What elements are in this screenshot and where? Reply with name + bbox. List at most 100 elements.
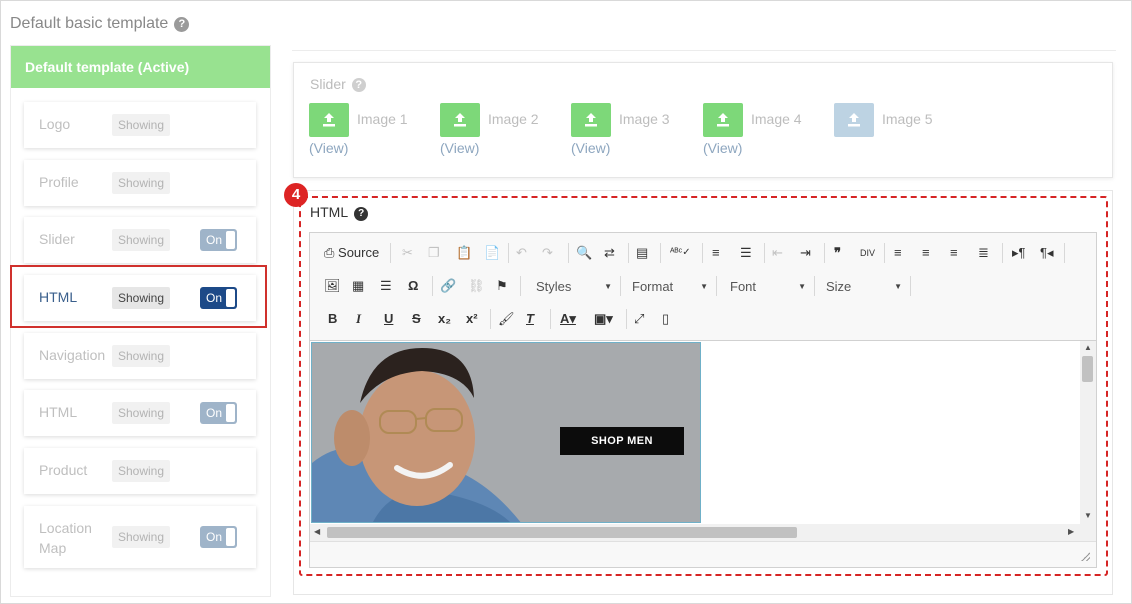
bulleted-list-icon[interactable]: ☰	[740, 242, 752, 264]
spellcheck-icon[interactable]: ᴬᴮᶜ✓	[670, 242, 691, 264]
chevron-down-icon: ▼	[604, 282, 612, 291]
remove-format-icon[interactable]: T	[526, 308, 534, 330]
resize-grip-icon[interactable]	[1081, 552, 1090, 561]
template-header[interactable]: Default template (Active)	[11, 46, 270, 88]
rtl-icon[interactable]: ¶◂	[1040, 242, 1054, 264]
copy-icon[interactable]: ❐	[428, 242, 440, 264]
indent-icon[interactable]: ⇥	[800, 242, 811, 264]
view-link[interactable]: (View)	[571, 140, 610, 156]
shop-men-button[interactable]: SHOP MEN	[560, 427, 684, 455]
subscript-icon[interactable]: x₂	[438, 308, 451, 330]
text-color-icon[interactable]: A▾	[560, 308, 576, 330]
strikethrough-icon[interactable]: S	[412, 308, 421, 330]
format-dropdown[interactable]: Format ▼	[632, 276, 708, 298]
editor-content[interactable]: SHOP MEN ▲ ▼	[310, 341, 1096, 524]
numbered-list-icon[interactable]: ≡	[712, 242, 720, 264]
slider-card: Slider? Image 1 (View) Image 2 (View) Image …	[293, 62, 1113, 178]
status-badge: Showing	[112, 345, 171, 367]
find-icon[interactable]: 🔍	[576, 242, 592, 264]
unlink-icon[interactable]: ⛓	[468, 275, 485, 297]
image-icon[interactable]: 🖼	[324, 275, 341, 297]
vertical-scrollbar[interactable]: ▲ ▼	[1080, 341, 1096, 524]
status-badge: Showing	[112, 229, 171, 251]
horizontal-scrollbar[interactable]: ◀ ▶	[310, 524, 1096, 541]
upload-button[interactable]	[440, 103, 480, 137]
align-left-icon[interactable]: ≡	[894, 242, 902, 264]
toggle-switch[interactable]: On	[200, 402, 237, 424]
view-link[interactable]: (View)	[440, 140, 479, 156]
vertical-scroll-thumb[interactable]	[1082, 356, 1093, 382]
toolbar-separator	[620, 276, 621, 296]
divider	[292, 50, 1116, 51]
help-icon[interactable]: ?	[174, 17, 190, 32]
cut-icon[interactable]: ✂	[402, 242, 413, 264]
toolbar-separator	[390, 243, 391, 263]
copy-format-icon[interactable]: 🖌	[498, 308, 515, 330]
help-icon[interactable]: ?	[354, 207, 369, 221]
horizontal-line-icon[interactable]: ☰	[380, 275, 392, 297]
upload-icon	[323, 113, 335, 127]
bold-icon[interactable]: B	[328, 308, 337, 330]
toolbar-separator	[626, 309, 627, 329]
align-center-icon[interactable]: ≡	[922, 242, 930, 264]
italic-icon[interactable]: I	[356, 308, 361, 330]
outdent-icon[interactable]: ⇤	[772, 242, 783, 264]
sidebar-item[interactable]: Profile Showing	[24, 160, 256, 206]
blockquote-icon[interactable]: ❞	[834, 242, 841, 264]
underline-icon[interactable]: U	[384, 308, 393, 330]
size-dropdown[interactable]: Size ▼	[826, 276, 902, 298]
redo-icon[interactable]: ↷	[542, 242, 553, 264]
special-char-icon[interactable]: Ω	[408, 275, 418, 297]
select-all-icon[interactable]: ▤	[636, 242, 648, 264]
maximize-icon[interactable]: ⤢	[634, 308, 644, 330]
paste-icon[interactable]: 📋	[456, 242, 472, 264]
view-link[interactable]: (View)	[703, 140, 742, 156]
sidebar-item[interactable]: Product Showing	[24, 448, 256, 494]
sidebar-item[interactable]: Logo Showing	[24, 102, 256, 148]
upload-button[interactable]	[571, 103, 611, 137]
sidebar-item[interactable]: Location Map Showing On	[24, 506, 256, 568]
align-right-icon[interactable]: ≡	[950, 242, 958, 264]
image-label: Image 2	[488, 111, 539, 127]
show-blocks-icon[interactable]: ▯	[662, 308, 669, 330]
toggle-switch[interactable]: On	[200, 526, 237, 548]
font-dropdown[interactable]: Font ▼	[730, 276, 806, 298]
upload-icon	[585, 113, 597, 127]
superscript-icon[interactable]: x²	[466, 308, 478, 330]
replace-icon[interactable]: ⇄	[604, 242, 615, 264]
upload-button[interactable]	[703, 103, 743, 137]
justify-icon[interactable]: ≣	[978, 242, 989, 264]
horizontal-scroll-thumb[interactable]	[327, 527, 797, 538]
scroll-down-icon[interactable]: ▼	[1084, 511, 1092, 520]
ltr-icon[interactable]: ▸¶	[1012, 242, 1026, 264]
paste-text-icon[interactable]: 📄	[484, 242, 500, 264]
div-container-icon[interactable]: DIV	[860, 242, 875, 264]
upload-button[interactable]	[309, 103, 349, 137]
font-label: Font	[730, 279, 757, 294]
status-badge: Showing	[112, 402, 171, 424]
toolbar-separator	[1064, 243, 1065, 263]
scroll-left-icon[interactable]: ◀	[314, 527, 320, 536]
link-icon[interactable]: 🔗	[440, 275, 456, 297]
styles-dropdown[interactable]: Styles ▼	[536, 276, 612, 298]
sidebar-item[interactable]: Navigation Showing	[24, 333, 256, 379]
banner-image[interactable]: SHOP MEN	[311, 342, 701, 523]
source-button[interactable]: ⎙ Source	[324, 242, 379, 264]
toolbar-separator	[508, 243, 509, 263]
scroll-right-icon[interactable]: ▶	[1068, 527, 1074, 536]
chevron-down-icon: ▼	[894, 282, 902, 291]
help-icon[interactable]: ?	[351, 78, 366, 92]
sidebar-item[interactable]: Slider Showing On	[24, 217, 256, 263]
image-label: Image 1	[357, 111, 408, 127]
anchor-flag-icon[interactable]: ⚑	[496, 275, 508, 297]
sidebar-item[interactable]: HTML Showing On	[24, 390, 256, 436]
sidebar-item-label: Product	[39, 462, 88, 478]
toggle-switch[interactable]: On	[200, 229, 237, 251]
source-label: Source	[338, 245, 380, 260]
view-link[interactable]: (View)	[309, 140, 348, 156]
scroll-up-icon[interactable]: ▲	[1084, 343, 1092, 352]
upload-button[interactable]	[834, 103, 874, 137]
undo-icon[interactable]: ↶	[516, 242, 527, 264]
background-color-icon[interactable]: ▣▾	[594, 308, 613, 330]
table-icon[interactable]: ▦	[352, 275, 364, 297]
